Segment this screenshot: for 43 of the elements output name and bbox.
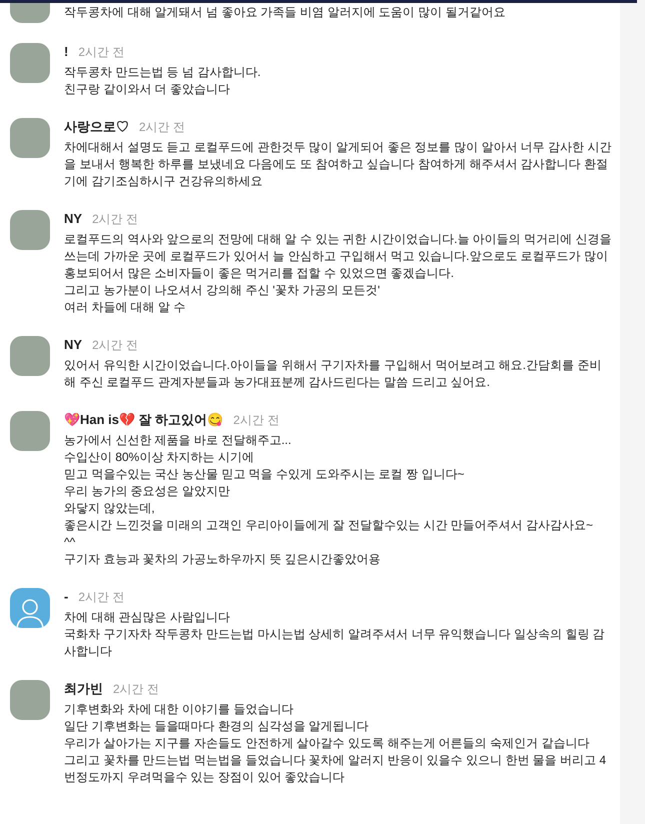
comment-text: ^^ [64, 534, 76, 551]
comment-text: 구기자 효능과 꽃차의 가공노하우까지 뜻 깊은시간좋았어용 [64, 551, 382, 568]
comment-text: 우리 농가의 중요성은 알았지만 [64, 483, 232, 500]
avatar-photo-placeholder [10, 336, 50, 376]
person-silhouette-icon [15, 596, 45, 628]
comment-text: 일단 기후변화는 들을때마다 환경의 심각성을 알게됩니다 [64, 718, 370, 735]
comment-text: 그리고 농가분이 나오셔서 강의해 주신 '꽃차 가공의 모든것' [64, 282, 381, 299]
comment-text: 작두콩차에 대해 알게돼서 넘 좋아요 가족들 비염 알러지에 도움이 많이 될거같어요 [64, 4, 506, 21]
avatar-photo-placeholder [10, 118, 50, 158]
comment-time: 2시간 전 [139, 119, 186, 136]
comment-author: ! [64, 43, 68, 60]
comment-time: 2시간 전 [113, 681, 160, 698]
comment-text: 친구랑 같이와서 더 좋았습니다 [64, 81, 232, 98]
comment-text: 차에대해서 설명도 듣고 로컬푸드에 관한것두 많이 알게되어 좋은 정보를 많이 알아서 너무 감사한 시간을 보내서 행복한 하루를 보냈네요 다음에도 또 참여하고 싶습니다 참여하게 해주셔서 감사합니다 환절기에 감기조심하시구 건강유의하세요 [64, 139, 612, 190]
avatar-photo-placeholder [10, 411, 50, 451]
comment-author: - [64, 588, 68, 605]
comment-author: 최가빈 [64, 680, 103, 697]
comment-time: 2시간 전 [92, 337, 138, 354]
comment-text: 있어서 유익한 시간이었습니다.아이들을 위해서 구기자차를 구입해서 먹어보려고 해요.간담회를 준비해 주신 로컬푸드 관계자분들과 농가대표분께 감사드린다는 말씀 드리고 싶어요. [64, 357, 602, 391]
comment-time: 2시간 전 [92, 211, 138, 228]
avatar-photo-placeholder [10, 210, 50, 250]
comment-time: 2시간 전 [78, 589, 124, 606]
comment-time: 2시간 전 [78, 44, 124, 61]
comment-time: 2시간 전 [233, 412, 280, 429]
comment-text: 차에 대해 관심많은 사람입니다 [64, 609, 232, 626]
comment-text: 와닿지 않았는데, [64, 500, 156, 517]
avatar-photo-placeholder [10, 680, 50, 720]
avatar-photo-placeholder [10, 43, 50, 83]
comment-text: 수입산이 80%이상 차지하는 시기에 [64, 449, 256, 466]
comment-text: 우리가 살아가는 지구를 자손들도 안전하게 살아갈수 있도록 해주는게 어른들의 숙제인거 같습니다 [64, 735, 590, 752]
comment-text: 작두콩차 만드는법 등 넘 감사합니다. [64, 64, 261, 81]
comment-text: 로컬푸드의 역사와 앞으로의 전망에 대해 알 수 있는 귀한 시간이었습니다.늘 아이들의 먹거리에 신경을 쓰는데 가까운 곳에 로컬푸드가 있어서 늘 안심하고 구입해서 먹고 있습니다.앞으로도 로컬푸드가 많이 홍보되어서 많은 소비자들이 좋은 먹거리를 접할 수 있었으면 좋겠습니다. [64, 231, 612, 282]
comment-text: 농가에서 신선한 제품을 바로 전달해주고... [64, 432, 292, 449]
comment-text: 여러 차들에 대해 알 수 [64, 299, 186, 316]
comment-author: 사랑으로♡ [64, 118, 129, 135]
comment-text: 그리고 꽃차를 만드는법 먹는법을 들었습니다 꽃차에 알러지 반응이 있을수 있으니 한번 물을 버리고 4번정도까지 우려먹을수 있는 장점이 있어 좋았습니다 [64, 752, 608, 786]
comment-text: 국화차 구기자차 작두콩차 만드는법 마시는법 상세히 알려주셔서 너무 유익했습니다 일상속의 힐링 감사합니다 [64, 626, 606, 660]
comment-author: NY [64, 336, 82, 353]
comment-author: NY [64, 210, 82, 227]
comment-text: 믿고 먹을수있는 국산 농산물 믿고 먹을 수있게 도와주시는 로컬 짱 입니다~ [64, 466, 466, 483]
comment-author: 💖Han is💔 잘 하고있어😋 [64, 411, 224, 428]
comment-text: 기후변화와 차에 대한 이야기를 들었습니다 [64, 701, 294, 718]
comment-text: 좋은시간 느낀것을 미래의 고객인 우리아이들에게 잘 전달할수있는 시간 만들어주셔서 감사감사요~ [64, 517, 594, 534]
